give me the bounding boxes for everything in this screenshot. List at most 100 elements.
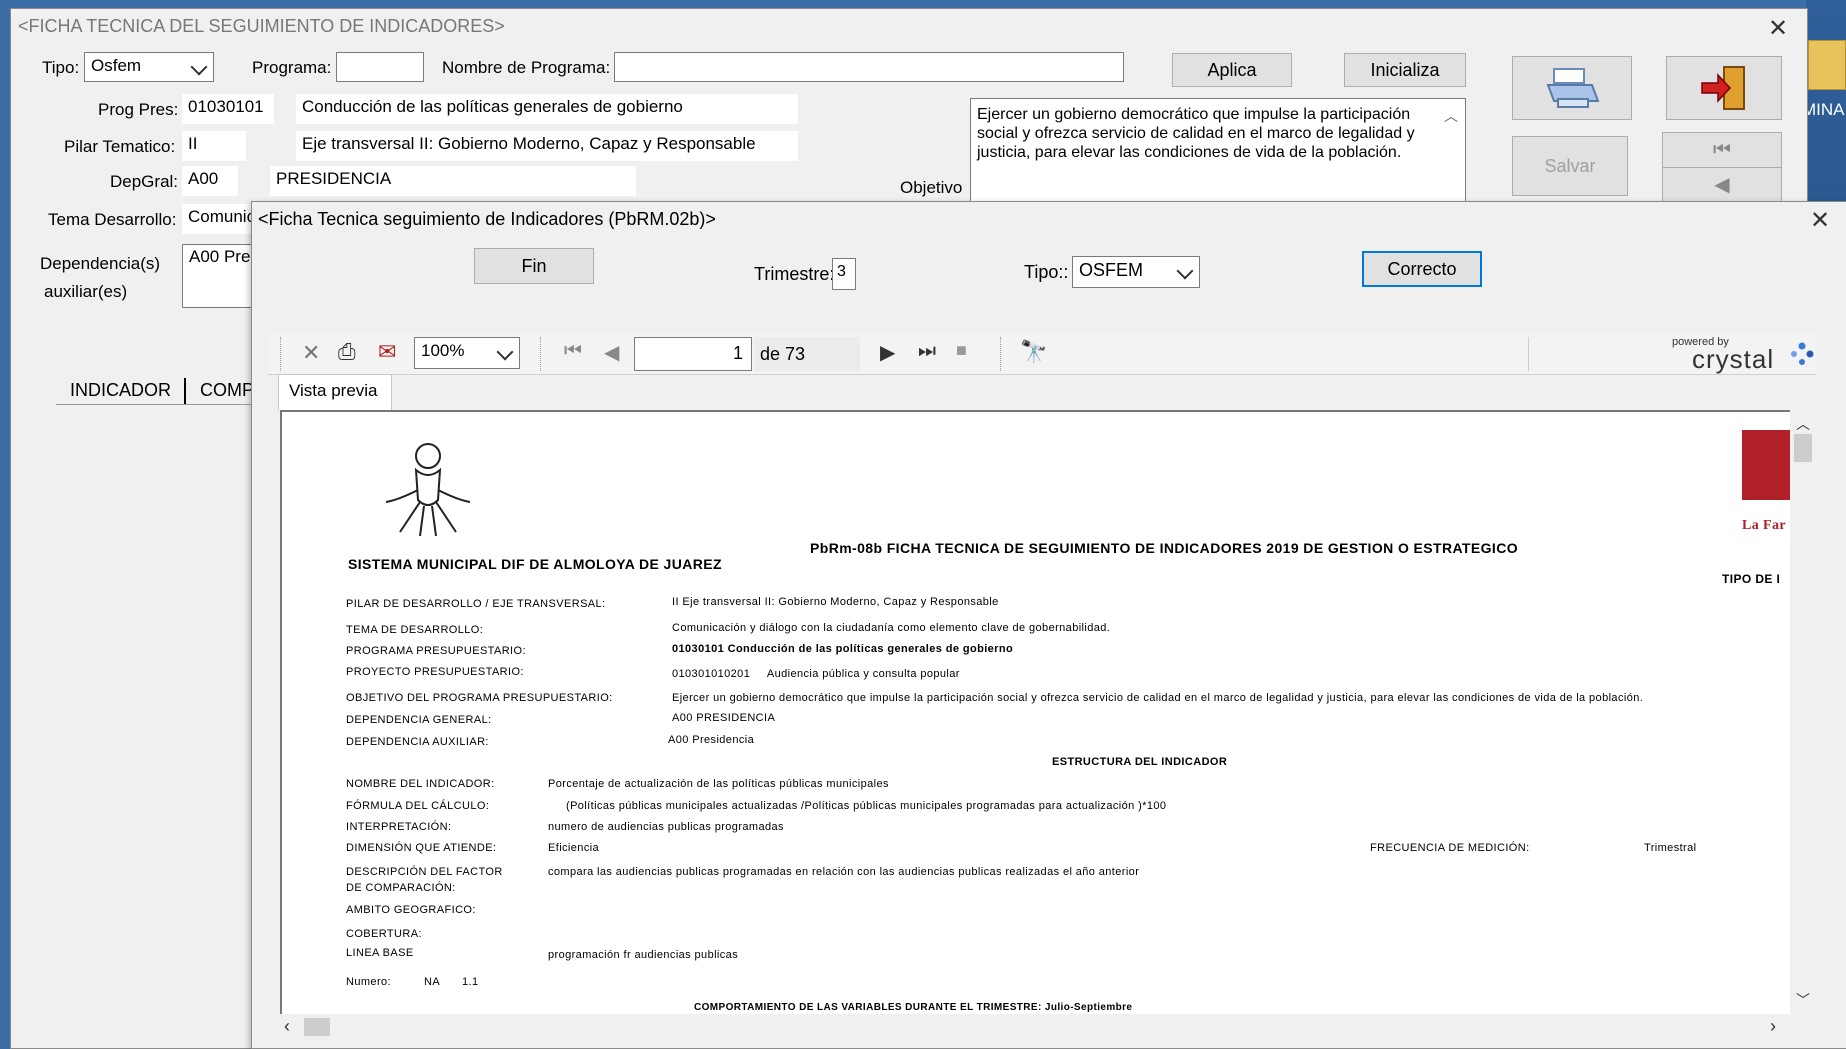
salvar-button[interactable]: Salvar bbox=[1512, 136, 1628, 196]
chevron-down-icon bbox=[1176, 262, 1194, 280]
nombre-programa-input[interactable] bbox=[614, 52, 1124, 82]
zoom-select[interactable]: 100% bbox=[414, 337, 520, 369]
tab-indicador[interactable]: INDICADOR bbox=[70, 380, 171, 401]
row-value: Ejercer un gobierno democrático que impu… bbox=[672, 692, 1644, 704]
print-icon[interactable]: ⎙ bbox=[338, 339, 356, 365]
first-record-icon[interactable]: ⏮ bbox=[1663, 133, 1781, 168]
chevron-right-icon[interactable]: › bbox=[1770, 1016, 1776, 1037]
viewer-toolbar: ✕ ⎙ ✉ 100% ⏮ ◀ 1 de 73 ▶ ⏭ ■ 🔭 powered b… bbox=[268, 334, 1816, 375]
export-icon[interactable]: ✉ bbox=[378, 339, 396, 365]
row-label: TEMA DE DESARROLLO: bbox=[346, 624, 484, 636]
chevron-down-icon bbox=[496, 343, 514, 361]
next-page-icon[interactable]: ▶ bbox=[880, 340, 895, 365]
linea-base-value: programación fr audiencias publicas bbox=[548, 949, 739, 961]
aplica-button[interactable]: Aplica bbox=[1172, 53, 1292, 87]
scroll-thumb[interactable] bbox=[1794, 434, 1812, 462]
close-icon[interactable]: ✕ bbox=[302, 340, 320, 366]
correcto-button[interactable]: Correcto bbox=[1362, 251, 1482, 287]
horizontal-scrollbar[interactable]: ‹ › bbox=[280, 1014, 1816, 1040]
comportamiento-heading: COMPORTAMIENTO DE LAS VARIABLES DURANTE … bbox=[694, 1002, 1133, 1013]
chevron-down-icon bbox=[190, 58, 208, 76]
toolbar-separator bbox=[540, 337, 541, 371]
tab-comp[interactable]: COMP bbox=[200, 380, 254, 401]
depgral-label: DepGral: bbox=[110, 172, 179, 191]
row-label: DEPENDENCIA AUXILIAR: bbox=[346, 736, 489, 748]
binoculars-icon[interactable]: 🔭 bbox=[1020, 339, 1047, 365]
fin-button[interactable]: Fin bbox=[474, 248, 594, 284]
ind-value: Eficiencia bbox=[548, 842, 600, 854]
pilar-code: II bbox=[182, 131, 246, 161]
row-label: DEPENDENCIA GENERAL: bbox=[346, 714, 492, 726]
ind-label: NOMBRE DEL INDICADOR: bbox=[346, 778, 495, 790]
report-org: SISTEMA MUNICIPAL DIF DE ALMOLOYA DE JUA… bbox=[348, 556, 722, 572]
row-value: 01030101 Conducción de las políticas gen… bbox=[672, 643, 1014, 655]
row-label: PILAR DE DESARROLLO / EJE TRANSVERSAL: bbox=[346, 598, 606, 610]
row-label: OBJETIVO DEL PROGRAMA PRESUPUESTARIO: bbox=[346, 692, 613, 704]
row-value: II Eje transversal II: Gobierno Moderno,… bbox=[672, 596, 999, 608]
desc-value: compara las audiencias publicas programa… bbox=[548, 866, 1140, 878]
dependencia-list[interactable]: A00 Pre bbox=[182, 244, 252, 308]
toolbar-separator bbox=[1000, 337, 1001, 371]
desktop-folder-icon[interactable] bbox=[1808, 40, 1846, 90]
print-button[interactable] bbox=[1512, 56, 1632, 120]
trimestre-label: Trimestre: bbox=[754, 264, 835, 284]
prev-record-icon[interactable]: ◀ bbox=[1663, 168, 1781, 202]
tipo-select[interactable]: Osfem bbox=[84, 52, 214, 82]
ind-label: FÓRMULA DEL CÁLCULO: bbox=[346, 800, 490, 812]
dif-logo-icon bbox=[385, 443, 471, 537]
prev-page-icon[interactable]: ◀ bbox=[604, 340, 619, 365]
estructura-heading: ESTRUCTURA DEL INDICADOR bbox=[1052, 756, 1228, 768]
chevron-left-icon[interactable]: ‹ bbox=[284, 1016, 290, 1037]
toolbar-separator bbox=[1528, 337, 1529, 371]
first-page-icon[interactable]: ⏮ bbox=[564, 340, 582, 363]
ind-label: INTERPRETACIÓN: bbox=[346, 821, 452, 833]
depgral-code: A00 bbox=[182, 166, 238, 196]
chevron-up-icon[interactable]: ︿ bbox=[1796, 414, 1810, 434]
row-label: PROYECTO PRESUPUESTARIO: bbox=[346, 666, 524, 678]
main-window-close-icon[interactable]: ✕ bbox=[1768, 14, 1788, 43]
tab-vista-previa[interactable]: Vista previa bbox=[278, 374, 392, 410]
tema-label: Tema Desarrollo: bbox=[48, 210, 177, 229]
chevron-up-icon[interactable]: ︿ bbox=[1444, 106, 1458, 126]
tipo-label: Tipo: bbox=[42, 58, 80, 77]
report-window-close-icon[interactable]: ✕ bbox=[1810, 206, 1830, 235]
prog-pres-name: Conducción de las políticas generales de… bbox=[296, 94, 798, 124]
printer-icon bbox=[1546, 68, 1600, 108]
pilar-name: Eje transversal II: Gobierno Moderno, Ca… bbox=[296, 131, 798, 161]
chevron-down-icon[interactable]: ﹀ bbox=[1796, 990, 1810, 1010]
zoom-value: 100% bbox=[421, 341, 465, 360]
row-value: 010301010201 Audiencia pública y consult… bbox=[672, 668, 960, 680]
last-page-icon[interactable]: ⏭ bbox=[918, 340, 936, 363]
scroll-thumb[interactable] bbox=[304, 1018, 330, 1036]
ind-value: (Políticas públicas municipales actualiz… bbox=[566, 800, 1167, 812]
report-title: PbRm-08b FICHA TECNICA DE SEGUIMIENTO DE… bbox=[810, 540, 1518, 556]
tab-separator bbox=[184, 378, 186, 404]
nombre-programa-label: Nombre de Programa: bbox=[442, 58, 611, 77]
frecuencia-value: Trimestral bbox=[1644, 842, 1697, 854]
desc-label: DESCRIPCIÓN DEL FACTOR bbox=[346, 866, 503, 878]
linea-base-label: LINEA BASE bbox=[346, 947, 414, 959]
report-tipo-select[interactable]: OSFEM bbox=[1072, 256, 1200, 288]
report-tipo-de: TIPO DE I bbox=[1722, 572, 1781, 586]
toolbar-grip bbox=[280, 337, 281, 371]
row-value: A00 Presidencia bbox=[668, 734, 755, 746]
row-value: A00 PRESIDENCIA bbox=[672, 712, 776, 724]
stop-icon[interactable]: ■ bbox=[956, 340, 967, 361]
exit-button[interactable] bbox=[1666, 56, 1782, 120]
tab-divider bbox=[56, 404, 251, 405]
tema-value: Comunic bbox=[182, 204, 252, 234]
trimestre-input[interactable]: 3 bbox=[832, 258, 856, 290]
vertical-scrollbar[interactable]: ︿ ﹀ bbox=[1790, 410, 1816, 1014]
programa-input[interactable] bbox=[336, 52, 424, 82]
pilar-label: Pilar Tematico: bbox=[64, 137, 176, 156]
page-count: de 73 bbox=[754, 337, 860, 371]
frecuencia-label: FRECUENCIA DE MEDICIÓN: bbox=[1370, 842, 1530, 854]
page-number-input[interactable]: 1 bbox=[634, 337, 752, 371]
report-tipo-value: OSFEM bbox=[1079, 260, 1144, 280]
nav-buttons: ⏮ ◀ bbox=[1662, 132, 1782, 202]
inicializa-button[interactable]: Inicializa bbox=[1344, 53, 1466, 87]
objetivo-textarea[interactable]: Ejercer un gobierno democrático que impu… bbox=[970, 98, 1466, 202]
main-window-title: <FICHA TECNICA DEL SEGUIMIENTO DE INDICA… bbox=[18, 16, 505, 36]
prog-pres-label: Prog Pres: bbox=[98, 100, 179, 119]
familia-logo-icon bbox=[1742, 430, 1792, 500]
